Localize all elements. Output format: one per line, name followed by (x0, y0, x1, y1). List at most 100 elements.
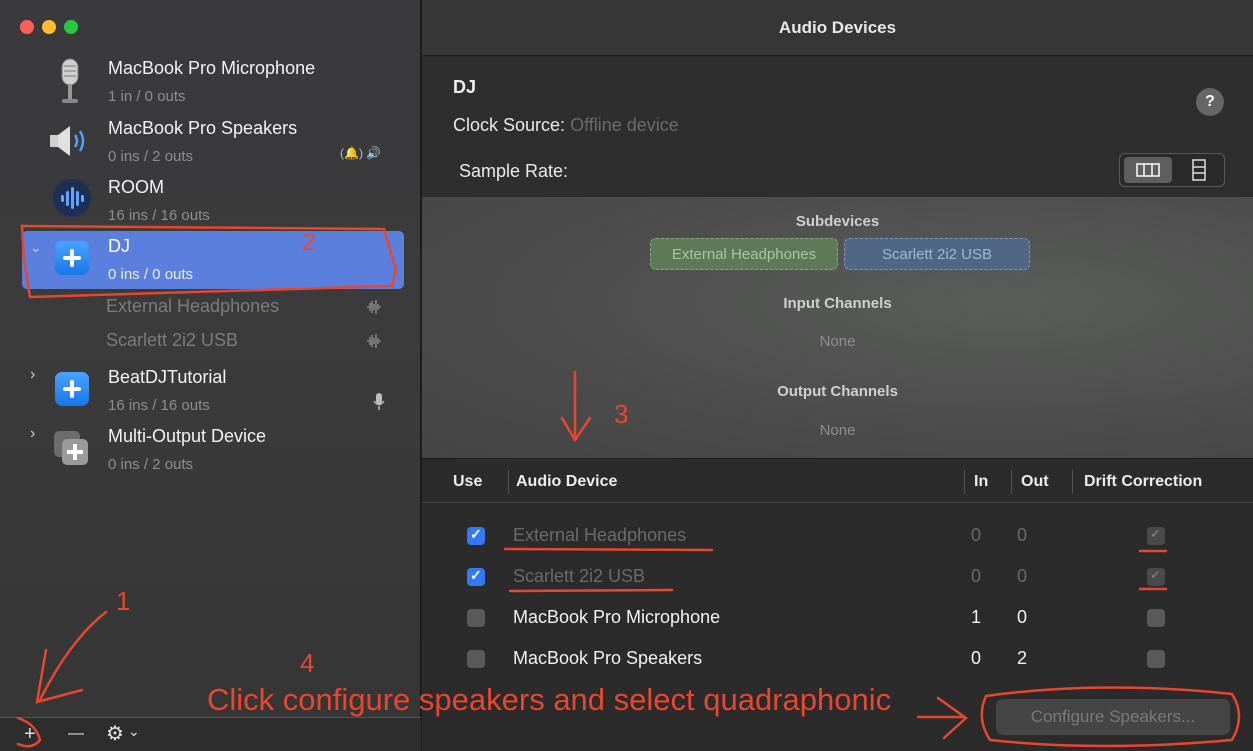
input-channels-value: None (819, 333, 856, 350)
output-channels-title: Output Channels (777, 383, 898, 400)
close-button[interactable] (20, 20, 34, 34)
device-row-multi-output-device[interactable]: › Multi-Output Device 0 ins / 2 outs (0, 423, 421, 481)
device-io: 0 ins / 2 outs (108, 148, 194, 165)
subdevices-panel: Subdevices External Headphones Scarlett … (422, 197, 1253, 459)
out-cell: 0 (1017, 607, 1028, 627)
columns-view-icon[interactable] (1124, 157, 1172, 183)
device-name-cell: MacBook Pro Speakers (513, 648, 703, 668)
use-checkbox[interactable] (467, 567, 485, 586)
remove-device-button[interactable]: — (68, 724, 84, 744)
device-name: DJ (108, 236, 130, 256)
device-io: 16 ins / 16 outs (108, 397, 210, 414)
device-name: Multi-Output Device (108, 426, 267, 446)
use-checkbox[interactable] (467, 650, 485, 668)
drift-correction-checkbox[interactable] (1147, 567, 1165, 586)
device-io: 1 in / 0 outs (108, 88, 186, 105)
waveform-icon (367, 300, 381, 314)
subdevice-chip-external-headphones[interactable]: External Headphones (650, 238, 838, 270)
device-name: BeatDJTutorial (108, 367, 227, 387)
use-checkbox[interactable] (467, 609, 485, 627)
table-row: Scarlett 2i2 USB 0 0 (422, 557, 1253, 598)
annotation-number-4: 4 (300, 648, 315, 678)
column-divider (508, 470, 509, 494)
rows-view-icon[interactable] (1176, 157, 1222, 183)
sample-rate-label: Sample Rate: (459, 161, 569, 181)
help-button[interactable]: ? (1196, 88, 1224, 116)
chevron-right-icon[interactable]: › (30, 425, 35, 443)
clock-source: Clock Source: Offline device (453, 115, 679, 136)
multi-output-icon (54, 431, 88, 465)
clock-source-value[interactable]: Offline device (570, 115, 679, 135)
use-checkbox[interactable] (467, 526, 485, 545)
sidebar-toolbar: + — ⚙ ⌄ (0, 717, 421, 751)
column-divider (1072, 470, 1073, 494)
column-use[interactable]: Use (453, 473, 482, 491)
device-row-macbook-pro-microphone[interactable]: MacBook Pro Microphone 1 in / 0 outs (0, 55, 421, 113)
subdevices-title: Subdevices (795, 213, 880, 230)
microphone-icon (61, 58, 79, 103)
chevron-down-icon[interactable]: ⌄ (128, 721, 140, 741)
view-mode-segmented-control[interactable] (1119, 153, 1225, 187)
gear-icon[interactable]: ⚙ (106, 724, 124, 744)
clock-source-label: Clock Source: (453, 115, 566, 135)
subdevice-chip-scarlett[interactable]: Scarlett 2i2 USB (844, 238, 1030, 270)
annotation-number-2: 2 (302, 229, 316, 256)
device-header: DJ Clock Source: Offline device Sample R… (422, 57, 1253, 197)
device-row-macbook-pro-speakers[interactable]: MacBook Pro Speakers 0 ins / 2 outs (🔔) … (0, 115, 421, 173)
table-row: MacBook Pro Speakers 0 2 (422, 639, 1253, 680)
drift-correction-checkbox[interactable] (1147, 650, 1165, 668)
in-cell: 0 (971, 566, 982, 586)
output-channels-value: None (819, 422, 856, 439)
aggregate-plus-icon (55, 372, 89, 406)
column-drift-correction[interactable]: Drift Correction (1084, 473, 1202, 491)
device-io: 0 ins / 2 outs (108, 456, 194, 473)
device-name-cell: MacBook Pro Microphone (513, 607, 721, 627)
column-in[interactable]: In (974, 473, 988, 491)
column-divider (1011, 470, 1012, 494)
drift-correction-checkbox[interactable] (1147, 609, 1165, 627)
waveform-icon (367, 334, 381, 348)
annotation-number-1: 1 (116, 586, 131, 616)
device-row-dj[interactable]: ⌄ DJ 0 ins / 0 outs (0, 233, 421, 291)
room-waveform-icon (53, 179, 91, 217)
column-divider (964, 470, 965, 494)
out-cell: 0 (1017, 525, 1028, 545)
table-row: External Headphones 0 0 (422, 516, 1253, 557)
chevron-right-icon[interactable]: › (30, 366, 35, 384)
column-audio-device[interactable]: Audio Device (516, 473, 617, 491)
out-cell: 2 (1017, 648, 1028, 668)
device-name: MacBook Pro Microphone (108, 58, 316, 78)
device-detail-pane: Audio Devices DJ Clock Source: Offline d… (422, 0, 1253, 751)
add-device-button[interactable]: + (24, 724, 36, 744)
column-out[interactable]: Out (1021, 473, 1049, 491)
device-row-beatdjtutorial[interactable]: › BeatDJTutorial 16 ins / 16 outs (0, 364, 421, 422)
device-name: ROOM (108, 177, 164, 197)
annotation-instruction: Click configure speakers and select quad… (207, 682, 892, 717)
subdevice-external-headphones[interactable]: External Headphones (106, 296, 279, 317)
table-row: MacBook Pro Microphone 1 0 (422, 598, 1253, 639)
audio-device-table: Use Audio Device In Out Drift Correction… (422, 461, 1253, 681)
device-name: MacBook Pro Speakers (108, 118, 298, 138)
alert-volume-badge-icon: (🔔) 🔊 (340, 146, 382, 160)
in-cell: 1 (971, 607, 982, 627)
in-cell: 0 (971, 648, 982, 668)
microphone-small-icon (373, 393, 385, 410)
subdevice-scarlett-2i2-usb[interactable]: Scarlett 2i2 USB (106, 330, 238, 351)
annotation-number-3: 3 (614, 399, 629, 429)
drift-correction-checkbox[interactable] (1147, 526, 1165, 545)
speaker-icon (50, 126, 85, 156)
chevron-down-icon[interactable]: ⌄ (30, 239, 42, 256)
configure-speakers-button[interactable]: Configure Speakers... (996, 699, 1230, 735)
input-channels-title: Input Channels (783, 295, 892, 312)
device-sidebar: MacBook Pro Microphone 1 in / 0 outs Mac… (0, 0, 421, 751)
minimize-button[interactable] (42, 20, 56, 34)
out-cell: 0 (1017, 566, 1028, 586)
aggregate-plus-icon (55, 241, 89, 275)
device-title: DJ (453, 77, 477, 97)
device-row-room[interactable]: ROOM 16 ins / 16 outs (0, 174, 421, 232)
window-controls (20, 20, 78, 34)
table-header: Use Audio Device In Out Drift Correction (422, 461, 1253, 503)
device-name-cell: External Headphones (513, 525, 687, 545)
zoom-button[interactable] (64, 20, 78, 34)
device-io: 16 ins / 16 outs (108, 207, 210, 224)
